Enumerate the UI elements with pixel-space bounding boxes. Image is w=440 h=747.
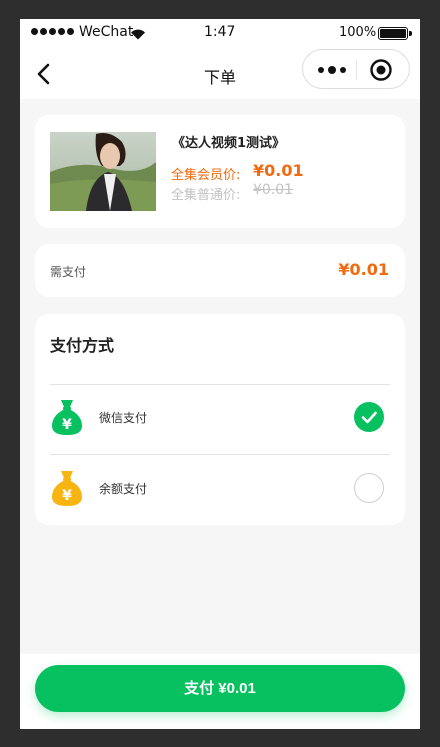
pay-button[interactable]: 支付 ¥0.01 — [35, 665, 405, 712]
payment-methods-title: 支付方式 — [50, 336, 115, 355]
signal-icon — [31, 28, 74, 35]
money-bag-yellow-icon: ¥ — [52, 471, 82, 506]
radio-unselected[interactable] — [354, 473, 384, 503]
carrier-name: WeChat — [79, 24, 134, 40]
payment-option-wechat[interactable]: ¥ 微信支付 — [35, 385, 405, 445]
battery-percent: 100% — [339, 25, 377, 40]
svg-text:¥: ¥ — [62, 488, 72, 504]
payment-option-balance[interactable]: ¥ 余额支付 — [35, 456, 405, 516]
product-card: 《达人视频1测试》 全集会员价: ¥0.01 全集普通价: ¥0.01 — [35, 115, 405, 228]
normal-price-label: 全集普通价: — [171, 188, 241, 203]
payment-option-label: 余额支付 — [99, 482, 148, 496]
payment-methods-card: 支付方式 ¥ 微信支付 ¥ 余额支付 — [35, 314, 405, 525]
product-thumbnail[interactable] — [50, 132, 156, 211]
check-icon — [361, 411, 377, 424]
payment-option-label: 微信支付 — [99, 411, 148, 425]
money-bag-green-icon: ¥ — [52, 400, 82, 435]
payment-due-amount: ¥0.01 — [338, 260, 389, 279]
product-name: 《达人视频1测试》 — [172, 136, 286, 151]
footer-bar: 支付 ¥0.01 — [20, 654, 420, 729]
member-price: ¥0.01 — [253, 161, 304, 180]
member-price-label: 全集会员价: — [171, 168, 241, 183]
payment-due-label: 需支付 — [50, 265, 87, 279]
nav-bar: 下单 — [20, 49, 420, 99]
radio-selected[interactable] — [354, 402, 384, 432]
svg-text:¥: ¥ — [62, 417, 72, 433]
more-dots-icon[interactable] — [315, 60, 351, 80]
wifi-icon — [131, 29, 145, 40]
status-bar: WeChat 1:47 100% — [20, 19, 420, 49]
mini-program-capsule — [302, 49, 410, 89]
phone-screen: WeChat 1:47 100% 下单 《达人视频1测试》 全集会员价: ¥0.… — [20, 19, 420, 729]
status-time: 1:47 — [204, 24, 236, 40]
battery-icon — [378, 27, 412, 40]
normal-price: ¥0.01 — [253, 182, 294, 198]
payment-due-card: 需支付 ¥0.01 — [35, 244, 405, 297]
close-target-icon[interactable] — [369, 58, 393, 82]
capsule-divider — [356, 60, 357, 80]
divider — [50, 454, 390, 455]
